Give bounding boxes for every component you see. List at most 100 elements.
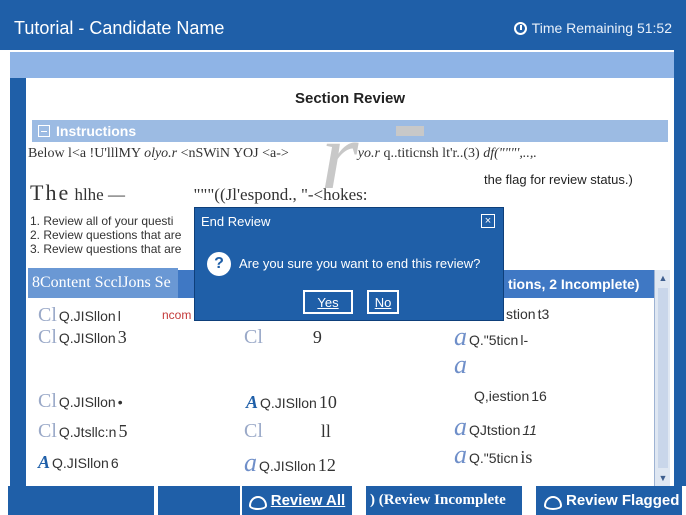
instruction-step-tail: the flag for review status.) <box>484 172 633 187</box>
question-status-icon: Cl <box>244 326 263 348</box>
question-number: 16 <box>531 388 547 404</box>
question-number: ll <box>320 421 331 441</box>
question-label: Q.JISllon <box>259 458 316 474</box>
end-review-dialog: End Review × ? Are you sure you want to … <box>194 207 504 321</box>
instructions-label: Instructions <box>56 123 137 139</box>
question-status-icon: Cl <box>38 326 57 348</box>
instructions-text-line1: Below l<a !U'lllMY olyo.r <nSWiN YOJ <a-… <box>28 146 537 162</box>
ocr-fragment: """((Jl'espond., "-<hokes: <box>193 185 368 204</box>
footer-button-blank-1[interactable] <box>8 486 154 515</box>
question-number: 10 <box>318 392 337 412</box>
instructions-text-line2: The hlhe — """((Jl'espond., "-<hokes: <box>30 180 368 206</box>
question-label: Q.JISllon <box>58 394 116 410</box>
yes-button[interactable]: Yes <box>303 290 353 314</box>
scroll-down-icon[interactable]: ▼ <box>657 472 669 484</box>
question-label: Q."5ticn <box>469 450 519 466</box>
question-label: Q.JISllon <box>58 308 116 324</box>
question-label: Q."5ticn <box>469 332 519 348</box>
incomplete-label: ncom <box>162 308 192 322</box>
question-number: 11 <box>522 422 537 438</box>
question-item[interactable]: A Q.JISllon 10 <box>246 392 337 413</box>
question-status-icon: a <box>454 322 467 351</box>
ocr-fragment: hlhe — <box>74 185 125 204</box>
instruction-step: 2. Review questions that are <box>30 228 182 242</box>
review-all-button[interactable]: Review All <box>242 486 352 515</box>
review-flagged-label: Review Flagged <box>566 492 680 509</box>
navigation-bar <box>10 52 674 78</box>
scan-artifact-dash <box>396 126 424 136</box>
review-eye-icon <box>248 494 267 510</box>
question-item[interactable]: Cl ll <box>244 420 331 443</box>
question-item[interactable]: Cl 9 <box>244 326 322 349</box>
time-remaining: Time Remaining 51:52 <box>513 20 672 36</box>
question-item[interactable]: Cl Q.Jtsllc:n 5 <box>38 420 127 443</box>
collapse-icon[interactable] <box>38 125 50 137</box>
question-label: Q.Jtsllc:n <box>58 424 117 440</box>
review-all-label: Review All <box>270 492 346 509</box>
question-icon: ? <box>207 252 231 276</box>
scrollbar-thumb[interactable] <box>658 288 668 468</box>
scroll-up-icon[interactable]: ▲ <box>657 272 669 284</box>
ocr-fragment: yo.r <box>357 146 380 161</box>
question-label: stion <box>506 306 536 322</box>
ocr-fragment: The <box>30 180 71 205</box>
question-number: l <box>117 308 121 324</box>
question-list-scrollbar[interactable]: ▲ ▼ <box>654 270 670 486</box>
question-item[interactable]: a Q."5ticn is <box>454 440 532 470</box>
ocr-fragment: q..titicnsh lt'r..(3) <box>383 146 480 161</box>
question-number: 12 <box>317 455 336 475</box>
no-button[interactable]: No <box>367 290 399 314</box>
ocr-fragment: olyo.r <box>144 146 178 161</box>
ocr-fragment: <nSWiN YOJ <a-> <box>180 146 289 161</box>
question-item[interactable]: Cl Q.JISllon 3 <box>38 326 127 349</box>
question-status-icon: a <box>454 440 467 469</box>
question-item[interactable]: a QJtstion 11 <box>454 412 537 442</box>
question-label: Q.JISllon <box>52 455 109 471</box>
review-eye-icon <box>544 494 562 510</box>
question-list: ncom Cl Q.JISllon l Cl Q.JISllon 3 Cl 9 … <box>28 298 658 486</box>
ocr-fragment: df("""',..,. <box>483 146 537 161</box>
question-item[interactable]: Q,iestion 16 <box>474 388 547 404</box>
question-label: QJtstion <box>469 422 521 438</box>
question-number: 5 <box>118 421 128 441</box>
tab-section-status[interactable]: tions, 2 Incomplete) <box>500 270 658 298</box>
question-item[interactable]: stion t3 <box>506 306 549 322</box>
footer-button-blank-2[interactable] <box>158 486 240 515</box>
question-label: Q.JISllon <box>58 330 116 346</box>
instruction-step: 1. Review all of your questi <box>30 214 174 228</box>
ocr-fragment: Below l<a !U'lllMY <box>28 146 141 161</box>
question-item[interactable]: A Q.JISllon 6 <box>38 452 119 473</box>
question-item[interactable]: a Q."5ticn l- <box>454 322 528 352</box>
question-status-icon: a <box>454 412 467 441</box>
dialog-body: ? Are you sure you want to end this revi… <box>199 234 499 316</box>
app-title: Tutorial - Candidate Name <box>14 18 225 38</box>
question-label: Q,iestion <box>474 388 530 404</box>
question-item[interactable]: Cl Q.JISllon • <box>38 390 123 413</box>
clock-icon <box>513 21 527 35</box>
question-item[interactable]: Cl Q.JISllon l <box>38 304 121 327</box>
question-status-icon: Cl <box>38 420 57 442</box>
review-incomplete-button[interactable]: ) (Review Incomplete <box>366 486 522 515</box>
question-item[interactable]: a <box>454 350 467 380</box>
tab-content-sections[interactable]: 8Content ScclJons Se <box>28 268 178 298</box>
right-border <box>674 50 686 490</box>
dialog-message: Are you sure you want to end this review… <box>239 256 481 271</box>
question-status-icon: Cl <box>244 420 263 442</box>
question-status-icon: Cl <box>38 390 57 412</box>
question-item[interactable]: a Q.JISllon 12 <box>244 448 336 478</box>
close-icon[interactable]: × <box>481 214 495 228</box>
question-number: • <box>117 394 123 410</box>
question-status-icon: a <box>244 448 257 477</box>
question-number: 3 <box>117 327 127 347</box>
footer-toolbar: Review All ) (Review Incomplete Review F… <box>0 486 686 515</box>
review-flagged-button[interactable]: Review Flagged <box>536 486 682 515</box>
question-number: l- <box>520 332 529 348</box>
question-number: t3 <box>537 306 550 322</box>
left-border <box>10 78 26 486</box>
dialog-title: End Review <box>201 214 271 229</box>
question-number: is <box>520 447 533 467</box>
question-status-icon: A <box>38 452 51 472</box>
instruction-step: 3. Review questions that are <box>30 242 182 256</box>
title-bar: Tutorial - Candidate Name Time Remaining… <box>0 0 686 50</box>
question-status-icon: A <box>246 392 259 412</box>
